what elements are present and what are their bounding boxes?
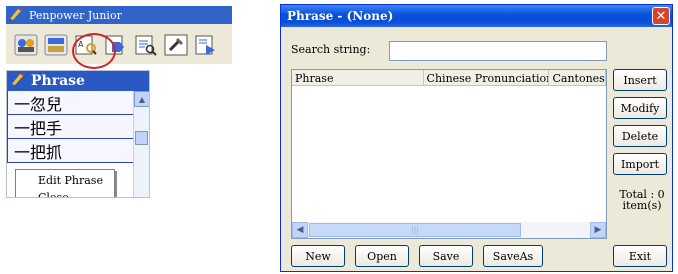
menu-item-edit-phrase[interactable]: Edit Phrase [16, 172, 114, 189]
phrase-list: 一忽兒 一把手 一把抓 [7, 91, 135, 163]
phrase-row[interactable]: 一把手 [7, 115, 135, 139]
phrase-row[interactable]: 一把抓 [7, 139, 135, 163]
setup-icon[interactable] [162, 31, 189, 58]
open-button[interactable]: Open [355, 245, 409, 267]
column-header-chinese-pronunciation[interactable]: Chinese Pronunciation [424, 70, 550, 86]
column-header-cantonese-pronunciation[interactable]: Cantonese Pronunciation [549, 70, 606, 86]
phrase-panel-title-bar: Phrase [7, 71, 149, 91]
scroll-up-button[interactable]: ▲ [134, 91, 149, 107]
dialog-title-bar: Phrase - (None) ✕ [281, 5, 672, 27]
search-input[interactable] [389, 41, 607, 61]
phrase-table[interactable]: Phrase Chinese Pronunciation Cantonese P… [291, 69, 607, 239]
phrase-row[interactable]: 一忽兒 [7, 91, 135, 115]
search-label: Search string: [291, 43, 371, 56]
dialog-title: Phrase - (None) [287, 9, 394, 23]
users-icon[interactable] [12, 31, 39, 58]
import-button[interactable]: Import [613, 153, 667, 175]
play-doc-icon[interactable] [192, 31, 219, 58]
table-header: Phrase Chinese Pronunciation Cantonese P… [292, 70, 606, 86]
column-header-phrase[interactable]: Phrase [292, 70, 424, 86]
scroll-right-button[interactable]: ▶ [590, 222, 606, 238]
keyboard-icon[interactable] [42, 31, 69, 58]
close-button[interactable]: ✕ [652, 7, 670, 25]
menu-item-close[interactable]: Close [16, 189, 114, 197]
scroll-thumb[interactable]: ||| [309, 223, 521, 237]
highlight-circle [72, 33, 116, 69]
exit-button[interactable]: Exit [613, 245, 667, 267]
close-icon: ✕ [655, 8, 667, 24]
scroll-thumb[interactable] [135, 131, 148, 145]
penpower-title: Penpower Junior [29, 8, 122, 22]
save-button[interactable]: Save [419, 245, 473, 267]
vertical-scrollbar[interactable]: ▲ [133, 91, 149, 197]
modify-button[interactable]: Modify [613, 97, 667, 119]
phrase-dialog: Phrase - (None) ✕ Search string: Phrase … [280, 4, 673, 272]
insert-button[interactable]: Insert [613, 69, 667, 91]
save-as-button[interactable]: SaveAs [483, 245, 543, 267]
total-unit: item(s) [622, 199, 662, 212]
total-count: Total : 0 item(s) [614, 189, 670, 211]
context-menu: Edit Phrase Close [15, 169, 115, 197]
pen-logo-icon [9, 7, 25, 24]
new-button[interactable]: New [291, 245, 345, 267]
search-doc-icon[interactable] [132, 31, 159, 58]
phrase-panel-title: Phrase [31, 73, 85, 89]
horizontal-scrollbar[interactable]: ◀ ||| ▶ [292, 222, 606, 238]
pen-logo-icon [11, 72, 27, 90]
penpower-title-bar: Penpower Junior [6, 6, 232, 24]
scroll-left-button[interactable]: ◀ [292, 222, 308, 238]
phrase-panel: Phrase 一忽兒 一把手 一把抓 ▲ Edit Phrase Close [6, 70, 150, 198]
penpower-toolbar-window: Penpower Junior A [6, 6, 232, 64]
delete-button[interactable]: Delete [613, 125, 667, 147]
